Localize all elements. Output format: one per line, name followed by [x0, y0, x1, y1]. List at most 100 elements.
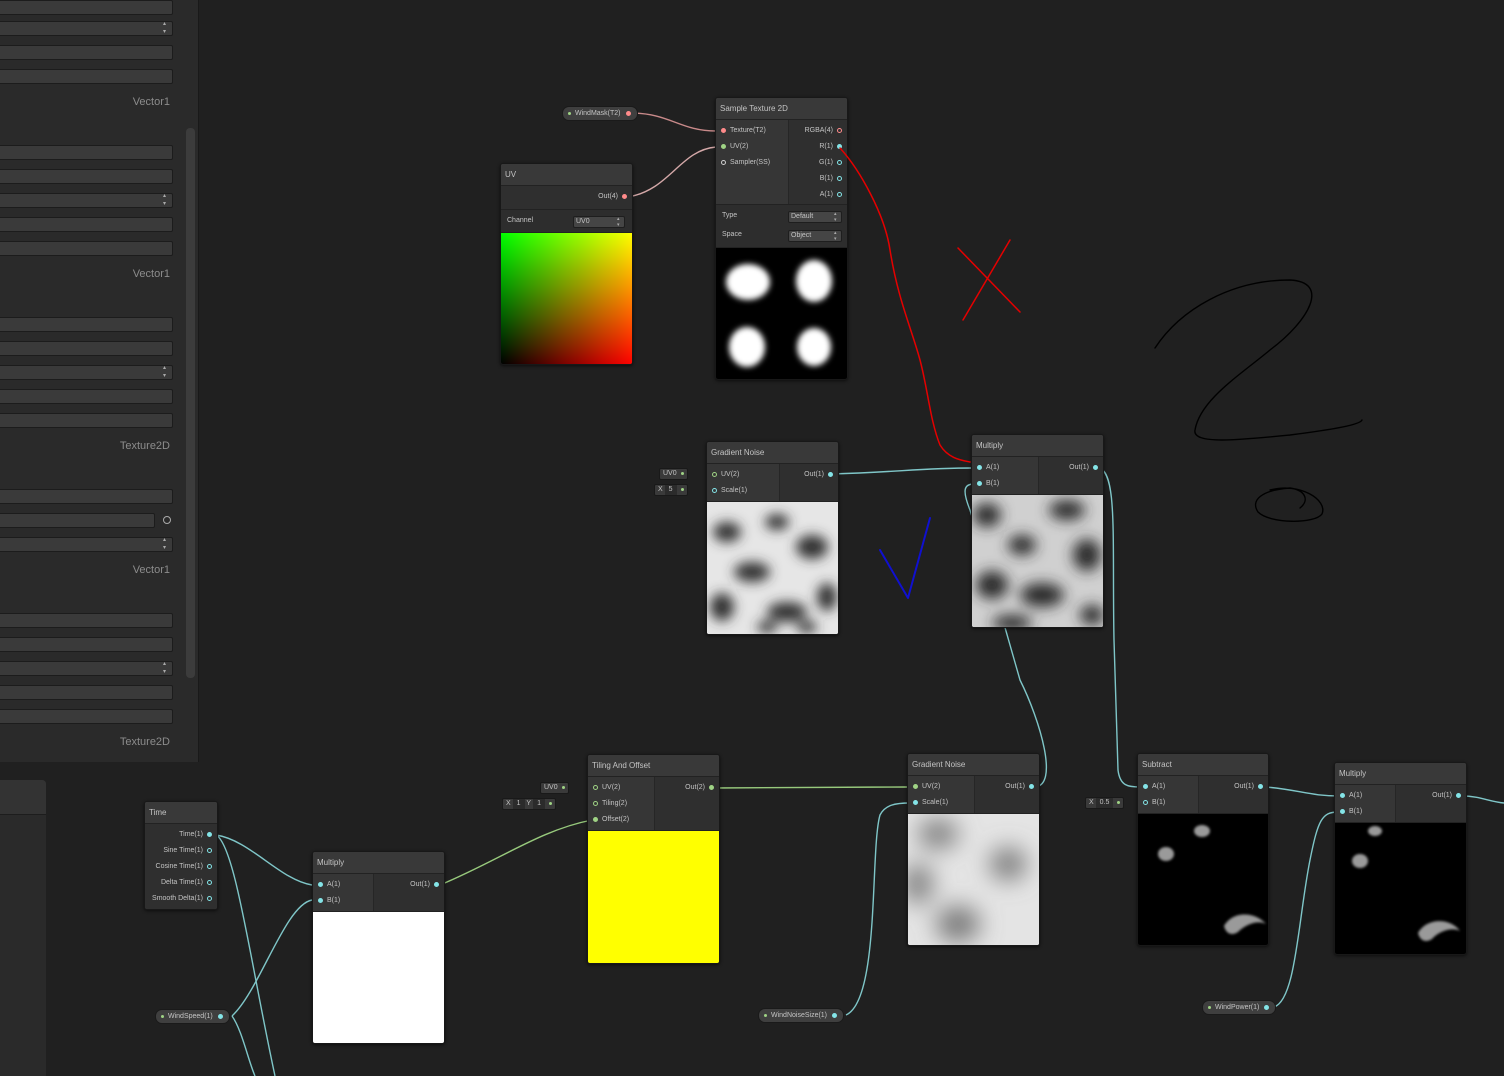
port-icon[interactable]: [828, 471, 833, 477]
blackboard-field[interactable]: [0, 241, 173, 256]
port-icon[interactable]: [1264, 1004, 1270, 1010]
port-icon[interactable]: [318, 881, 323, 887]
blackboard-field[interactable]: [0, 685, 173, 700]
port-icon[interactable]: [1143, 799, 1148, 805]
port-icon[interactable]: [913, 799, 918, 805]
scale-in-port[interactable]: Scale(1): [913, 795, 948, 811]
blackboard-field[interactable]: [0, 145, 173, 160]
blackboard-field[interactable]: [0, 317, 173, 332]
blackboard-field[interactable]: [0, 217, 173, 232]
port-icon[interactable]: [837, 175, 842, 181]
port-icon[interactable]: [1029, 783, 1034, 789]
gradient-noise-node-1[interactable]: Gradient Noise UV(2) Scale(1) Out(1): [706, 441, 839, 635]
port-icon[interactable]: [1143, 783, 1148, 789]
uv-in-port[interactable]: UV(2): [913, 779, 940, 795]
scale-default-chip[interactable]: X5: [654, 484, 688, 496]
port-icon[interactable]: [593, 816, 598, 822]
subtract-out-port[interactable]: Out(1): [1234, 779, 1263, 795]
uv-node[interactable]: UV Out(4) Channel UV0: [500, 163, 633, 365]
tiling-and-offset-node[interactable]: Tiling And Offset UV(2) Tiling(2) Offset…: [587, 754, 720, 964]
sine-time-out-port[interactable]: Sine Time(1): [163, 843, 212, 859]
port-icon[interactable]: [1340, 792, 1345, 798]
port-icon[interactable]: [434, 881, 439, 887]
port-icon[interactable]: [913, 783, 918, 789]
port-icon[interactable]: [709, 784, 714, 790]
multiply-node-1[interactable]: Multiply A(1) B(1) Out(1): [971, 434, 1104, 628]
port-icon[interactable]: [837, 191, 842, 197]
port-icon[interactable]: [832, 1012, 838, 1018]
uv-in-port[interactable]: UV(2): [712, 467, 739, 483]
gradient-noise-node-2[interactable]: Gradient Noise UV(2) Scale(1) Out(1): [907, 753, 1040, 946]
windmask-property[interactable]: WindMask(T2): [562, 106, 638, 121]
blackboard-field[interactable]: [0, 613, 173, 628]
type-dropdown[interactable]: Default: [788, 211, 842, 223]
rgba-out-port[interactable]: RGBA(4): [805, 123, 842, 139]
b-value[interactable]: 0.5: [1095, 798, 1114, 808]
tiling-y-value[interactable]: 1: [533, 799, 545, 809]
blackboard-object-field[interactable]: [0, 513, 155, 528]
a-out-port[interactable]: A(1): [820, 187, 842, 203]
port-icon[interactable]: [207, 863, 212, 869]
windspeed-property[interactable]: WindSpeed(1): [155, 1009, 230, 1024]
blackboard-dropdown[interactable]: [0, 192, 173, 208]
port-icon[interactable]: [721, 159, 726, 165]
a-in-port[interactable]: A(1): [318, 877, 340, 893]
port-icon[interactable]: [721, 143, 726, 149]
blackboard-field[interactable]: [0, 341, 173, 356]
port-icon[interactable]: [593, 800, 598, 806]
b-default-chip[interactable]: X 0.5: [1085, 797, 1125, 809]
a-in-port[interactable]: A(1): [977, 460, 999, 476]
port-icon[interactable]: [622, 193, 627, 199]
g-out-port[interactable]: G(1): [819, 155, 842, 171]
a-in-port[interactable]: A(1): [1340, 788, 1362, 804]
blackboard-field[interactable]: [0, 0, 173, 15]
blackboard-dropdown[interactable]: [0, 364, 173, 380]
multiply-out-port[interactable]: Out(1): [410, 877, 439, 893]
tiling-x-value[interactable]: 1: [512, 799, 525, 809]
offset-in-port[interactable]: Offset(2): [593, 812, 629, 828]
port-icon[interactable]: [712, 487, 717, 493]
port-icon[interactable]: [207, 895, 212, 901]
uv-default-chip[interactable]: UV0: [659, 468, 688, 480]
uv-default-chip[interactable]: UV0: [540, 782, 569, 794]
port-icon[interactable]: [625, 110, 631, 116]
b-out-port[interactable]: B(1): [820, 171, 842, 187]
multiply-node-2[interactable]: Multiply A(1) B(1) Out(1): [312, 851, 445, 1044]
blackboard-field[interactable]: [0, 69, 173, 84]
blackboard-field[interactable]: [0, 413, 173, 428]
port-icon[interactable]: [712, 471, 717, 477]
port-icon[interactable]: [207, 831, 212, 837]
uv-in-port[interactable]: UV(2): [721, 139, 748, 155]
object-picker-icon[interactable]: [163, 516, 171, 524]
channel-dropdown[interactable]: UV0: [573, 216, 625, 228]
port-icon[interactable]: [837, 143, 842, 149]
blackboard-dropdown[interactable]: [0, 536, 173, 552]
b-in-port[interactable]: B(1): [318, 893, 340, 909]
multiply-out-port[interactable]: Out(1): [1432, 788, 1461, 804]
smooth-delta-out-port[interactable]: Smooth Delta(1): [152, 891, 212, 907]
noise-out-port[interactable]: Out(1): [1005, 779, 1034, 795]
port-icon[interactable]: [721, 127, 726, 133]
port-icon[interactable]: [837, 127, 842, 133]
blackboard-scrollbar[interactable]: [186, 128, 195, 678]
windpower-property[interactable]: WindPower(1): [1202, 1000, 1277, 1015]
blackboard-dropdown[interactable]: [0, 20, 173, 36]
a-in-port[interactable]: A(1): [1143, 779, 1165, 795]
blackboard-field[interactable]: [0, 709, 173, 724]
cosine-time-out-port[interactable]: Cosine Time(1): [156, 859, 212, 875]
noise-out-port[interactable]: Out(1): [804, 467, 833, 483]
sample-texture-2d-node[interactable]: Sample Texture 2D Texture(T2) UV(2) Samp…: [715, 97, 848, 380]
blackboard-field[interactable]: [0, 637, 173, 652]
port-icon[interactable]: [837, 159, 842, 165]
tiling-out-port[interactable]: Out(2): [685, 780, 714, 796]
tiling-default-chip[interactable]: X1 Y1: [502, 798, 556, 810]
blackboard-field[interactable]: [0, 389, 173, 404]
scale-value[interactable]: 5: [664, 485, 677, 495]
port-icon[interactable]: [593, 784, 598, 790]
port-icon[interactable]: [977, 464, 982, 470]
port-icon[interactable]: [977, 480, 982, 486]
port-icon[interactable]: [217, 1013, 223, 1019]
port-icon[interactable]: [207, 847, 212, 853]
port-icon[interactable]: [1093, 464, 1098, 470]
space-dropdown[interactable]: Object: [788, 230, 842, 242]
